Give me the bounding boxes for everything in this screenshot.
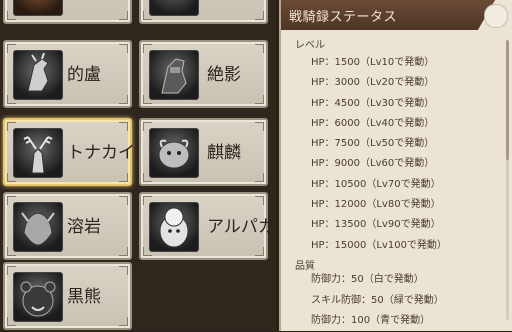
defense-bonus-row: 防御力：50（白で発動） <box>311 274 424 285</box>
close-icon[interactable] <box>484 4 508 28</box>
mount-card[interactable] <box>139 0 268 24</box>
hp-bonus-row: HP：15000（Lv100で発動） <box>311 239 447 251</box>
status-panel: 戦騎録ステータス レベル HP：1500（Lv10で発動） HP：3000（Lv… <box>279 0 512 331</box>
defense-bonus-row: 防御力：100（青で発動） <box>311 315 431 326</box>
scrollbar-thumb[interactable] <box>506 40 509 160</box>
mount-card-black-bear[interactable]: 黒熊 <box>3 262 132 330</box>
level-label: レベル <box>295 40 325 51</box>
mount-name: 絶影 <box>207 65 241 85</box>
mount-card-qilin[interactable]: 麒麟 <box>139 118 268 186</box>
panel-title: 戦騎録ステータス <box>289 10 398 25</box>
mount-card-dilu[interactable]: 的盧 <box>3 40 132 108</box>
black-bear-icon <box>13 272 63 322</box>
defense-bonus-list: 防御力：50（白で発動） スキル防御：50（緑で発動） 防御力：100（青で発動… <box>311 270 444 332</box>
hp-bonus-row: HP：6000（Lv40で発動） <box>311 117 435 129</box>
mount-card-jueying[interactable]: 絶影 <box>139 40 268 108</box>
mount-card-lava[interactable]: 溶岩 <box>3 192 132 260</box>
hp-bonus-row: HP：13500（Lv90で発動） <box>311 219 441 231</box>
armored-horse-icon <box>149 0 199 16</box>
qilin-icon <box>149 128 199 178</box>
mount-name: 麒麟 <box>207 143 241 163</box>
mount-name: 的盧 <box>67 65 101 85</box>
horse-icon <box>13 0 63 16</box>
alpaca-icon <box>149 202 199 252</box>
hp-bonus-list: HP：1500（Lv10で発動） HP：3000（Lv20で発動） HP：450… <box>311 53 447 256</box>
reindeer-icon <box>13 128 63 178</box>
hp-bonus-row: HP：4500（Lv30で発動） <box>311 97 435 109</box>
mount-card-reindeer[interactable]: トナカイ <box>3 118 135 186</box>
hp-bonus-row: HP：7500（Lv50で発動） <box>311 138 435 150</box>
panel-header: 戦騎録ステータス <box>281 0 495 30</box>
mount-card[interactable] <box>3 0 132 24</box>
mount-name: トナカイ <box>67 143 135 163</box>
mount-name: アルパカ <box>207 217 275 237</box>
mount-card-alpaca[interactable]: アルパカ <box>139 192 275 260</box>
mount-name: 黒熊 <box>67 287 101 307</box>
defense-bonus-row: スキル防御：50（緑で発動） <box>311 294 444 306</box>
hp-bonus-row: HP：1500（Lv10で発動） <box>311 57 435 68</box>
mount-name: 溶岩 <box>67 217 101 237</box>
lava-beast-icon <box>13 202 63 252</box>
hp-bonus-row: HP：10500（Lv70で発動） <box>311 178 441 190</box>
hp-bonus-row: HP：9000（Lv60で発動） <box>311 158 435 170</box>
mount-grid: 的盧 絶影 トナカイ 麒麟 溶岩 アルパカ 黒熊 <box>0 0 276 331</box>
hp-bonus-row: HP：3000（Lv20で発動） <box>311 77 435 89</box>
dragon-horse-icon <box>13 50 63 100</box>
hp-bonus-row: HP：12000（Lv80で発動） <box>311 199 441 211</box>
armored-horse-icon <box>149 50 199 100</box>
